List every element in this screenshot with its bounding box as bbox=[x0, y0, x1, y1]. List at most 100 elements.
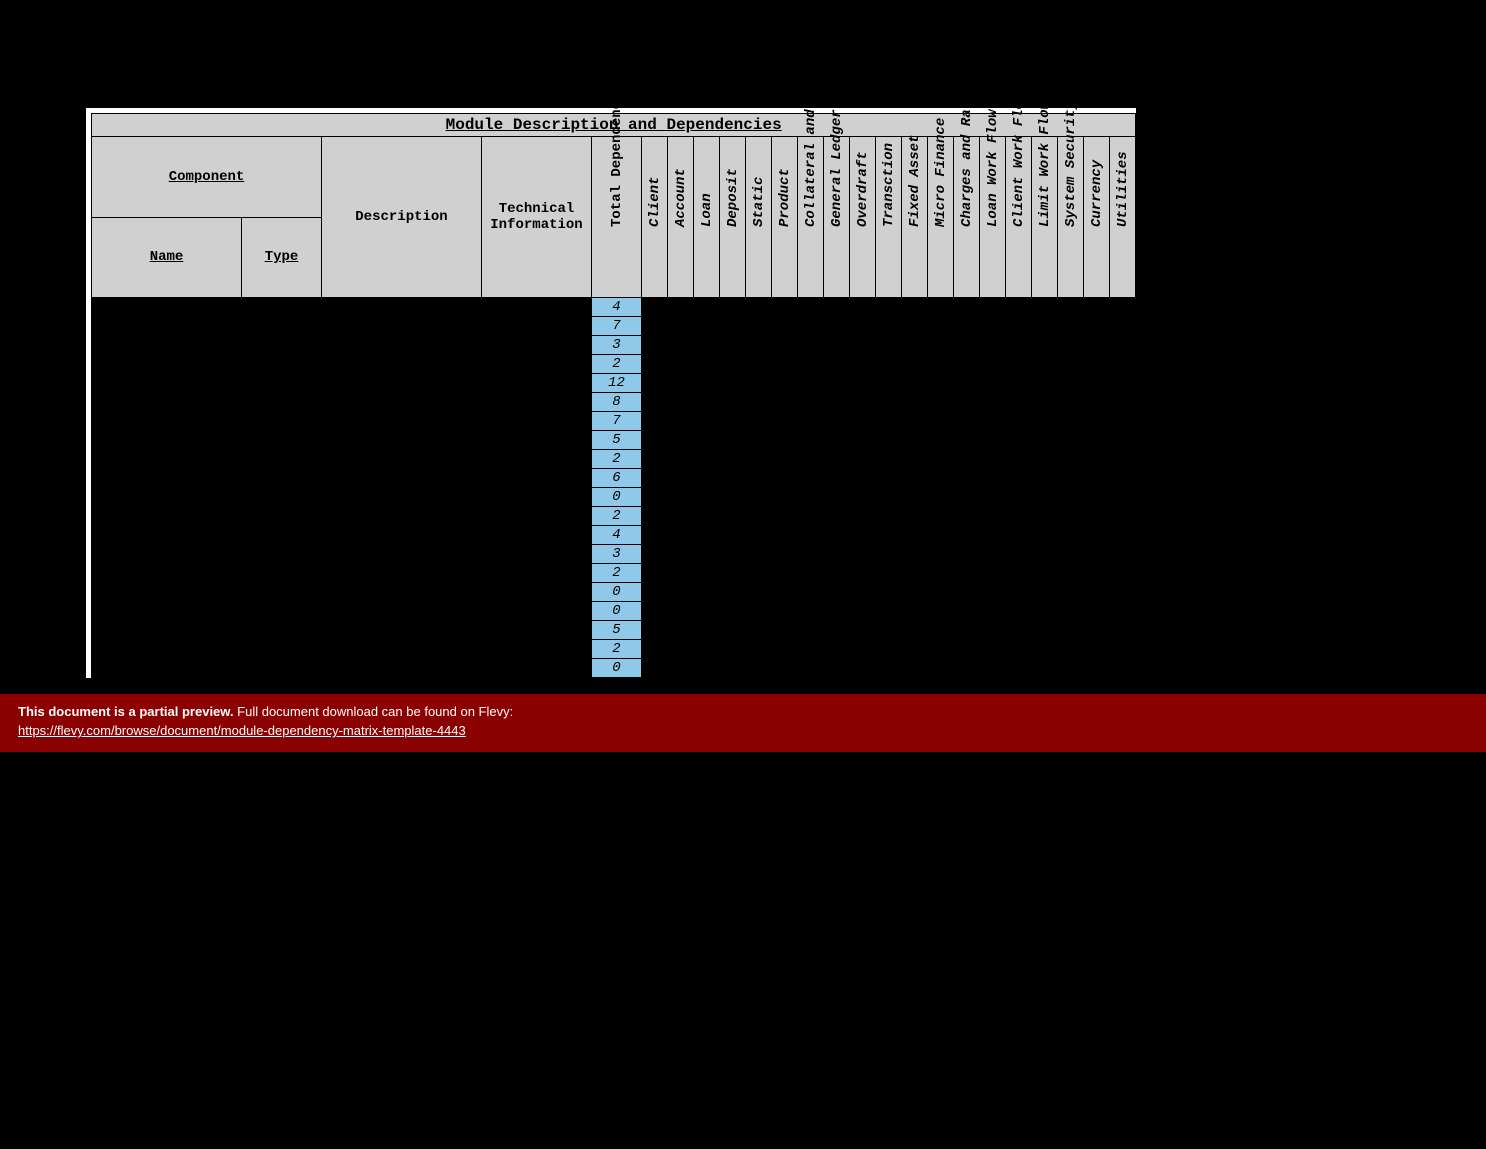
banner-link[interactable]: https://flevy.com/browse/document/module… bbox=[18, 723, 466, 738]
total-dependencies-cell: 0 bbox=[592, 583, 642, 602]
dependency-cell bbox=[1084, 564, 1110, 583]
dependency-cell bbox=[1058, 355, 1084, 374]
blank-cell bbox=[92, 317, 242, 336]
blank-cell bbox=[242, 336, 322, 355]
dependency-cell bbox=[1058, 526, 1084, 545]
dependency-cell bbox=[746, 355, 772, 374]
dependency-cell bbox=[1110, 659, 1136, 678]
dependency-cell bbox=[1058, 621, 1084, 640]
dependency-cell bbox=[1006, 431, 1032, 450]
dependency-cell bbox=[772, 659, 798, 678]
header-module-deposit: Deposit bbox=[720, 137, 746, 298]
header-module-transction: Transction bbox=[876, 137, 902, 298]
dependency-cell bbox=[954, 431, 980, 450]
dependency-cell bbox=[772, 583, 798, 602]
dependency-cell bbox=[1006, 564, 1032, 583]
dependency-cell bbox=[668, 393, 694, 412]
dependency-cell bbox=[850, 545, 876, 564]
dependency-cell bbox=[1006, 602, 1032, 621]
dependency-cell bbox=[928, 336, 954, 355]
blank-cell bbox=[482, 431, 592, 450]
dependency-cell bbox=[1110, 374, 1136, 393]
dependency-cell bbox=[928, 659, 954, 678]
dependency-cell bbox=[1110, 298, 1136, 317]
dependency-cell bbox=[1084, 507, 1110, 526]
dependency-cell bbox=[980, 602, 1006, 621]
dependency-cell bbox=[1032, 564, 1058, 583]
dependency-cell bbox=[798, 640, 824, 659]
dependency-cell bbox=[694, 545, 720, 564]
dependency-cell bbox=[642, 431, 668, 450]
dependency-cell bbox=[1058, 507, 1084, 526]
dependency-cell bbox=[876, 621, 902, 640]
dependency-cell bbox=[876, 450, 902, 469]
dependency-cell bbox=[1110, 450, 1136, 469]
dependency-cell bbox=[850, 412, 876, 431]
dependency-matrix-table: Module Description and Dependencies Comp… bbox=[91, 113, 1136, 678]
total-dependencies-cell: 3 bbox=[592, 336, 642, 355]
dependency-cell bbox=[954, 450, 980, 469]
dependency-cell bbox=[720, 336, 746, 355]
table-row: 5 bbox=[92, 621, 1136, 640]
dependency-cell bbox=[642, 545, 668, 564]
dependency-cell bbox=[720, 393, 746, 412]
dependency-cell bbox=[850, 659, 876, 678]
dependency-cell bbox=[824, 583, 850, 602]
dependency-cell bbox=[954, 393, 980, 412]
banner-line1: This document is a partial preview. Full… bbox=[18, 704, 1468, 719]
dependency-cell bbox=[1058, 640, 1084, 659]
dependency-cell bbox=[928, 431, 954, 450]
dependency-cell bbox=[954, 355, 980, 374]
dependency-cell bbox=[980, 640, 1006, 659]
dependency-cell bbox=[980, 412, 1006, 431]
dependency-cell bbox=[642, 488, 668, 507]
dependency-cell bbox=[772, 412, 798, 431]
dependency-cell bbox=[694, 659, 720, 678]
blank-cell bbox=[482, 450, 592, 469]
blank-cell bbox=[322, 488, 482, 507]
dependency-cell bbox=[1032, 469, 1058, 488]
dependency-cell bbox=[694, 469, 720, 488]
dependency-cell bbox=[1084, 317, 1110, 336]
dependency-cell bbox=[798, 583, 824, 602]
dependency-cell bbox=[772, 545, 798, 564]
header-module-loan: Loan bbox=[694, 137, 720, 298]
blank-cell bbox=[242, 412, 322, 431]
dependency-cell bbox=[798, 317, 824, 336]
dependency-cell bbox=[1006, 488, 1032, 507]
dependency-cell bbox=[1084, 393, 1110, 412]
dependency-cell bbox=[720, 450, 746, 469]
dependency-cell bbox=[954, 298, 980, 317]
dependency-cell bbox=[1032, 640, 1058, 659]
dependency-cell bbox=[1084, 336, 1110, 355]
blank-cell bbox=[482, 583, 592, 602]
dependency-cell bbox=[668, 602, 694, 621]
total-dependencies-cell: 7 bbox=[592, 317, 642, 336]
dependency-cell bbox=[980, 336, 1006, 355]
dependency-cell bbox=[694, 355, 720, 374]
dependency-cell bbox=[954, 526, 980, 545]
dependency-cell bbox=[928, 564, 954, 583]
dependency-cell bbox=[720, 602, 746, 621]
dependency-cell bbox=[824, 526, 850, 545]
dependency-cell bbox=[1110, 469, 1136, 488]
dependency-cell bbox=[772, 317, 798, 336]
blank-cell bbox=[322, 469, 482, 488]
dependency-cell bbox=[876, 317, 902, 336]
dependency-cell bbox=[798, 393, 824, 412]
dependency-cell bbox=[902, 564, 928, 583]
dependency-cell bbox=[928, 526, 954, 545]
header-module-currency: Currency bbox=[1084, 137, 1110, 298]
total-dependencies-cell: 12 bbox=[592, 374, 642, 393]
blank-cell bbox=[322, 450, 482, 469]
dependency-cell bbox=[668, 317, 694, 336]
dependency-cell bbox=[980, 298, 1006, 317]
dependency-cell bbox=[850, 336, 876, 355]
dependency-cell bbox=[824, 393, 850, 412]
blank-cell bbox=[482, 374, 592, 393]
dependency-cell bbox=[928, 355, 954, 374]
dependency-cell bbox=[1110, 602, 1136, 621]
dependency-cell bbox=[1058, 545, 1084, 564]
dependency-cell bbox=[1084, 659, 1110, 678]
dependency-cell bbox=[1084, 374, 1110, 393]
